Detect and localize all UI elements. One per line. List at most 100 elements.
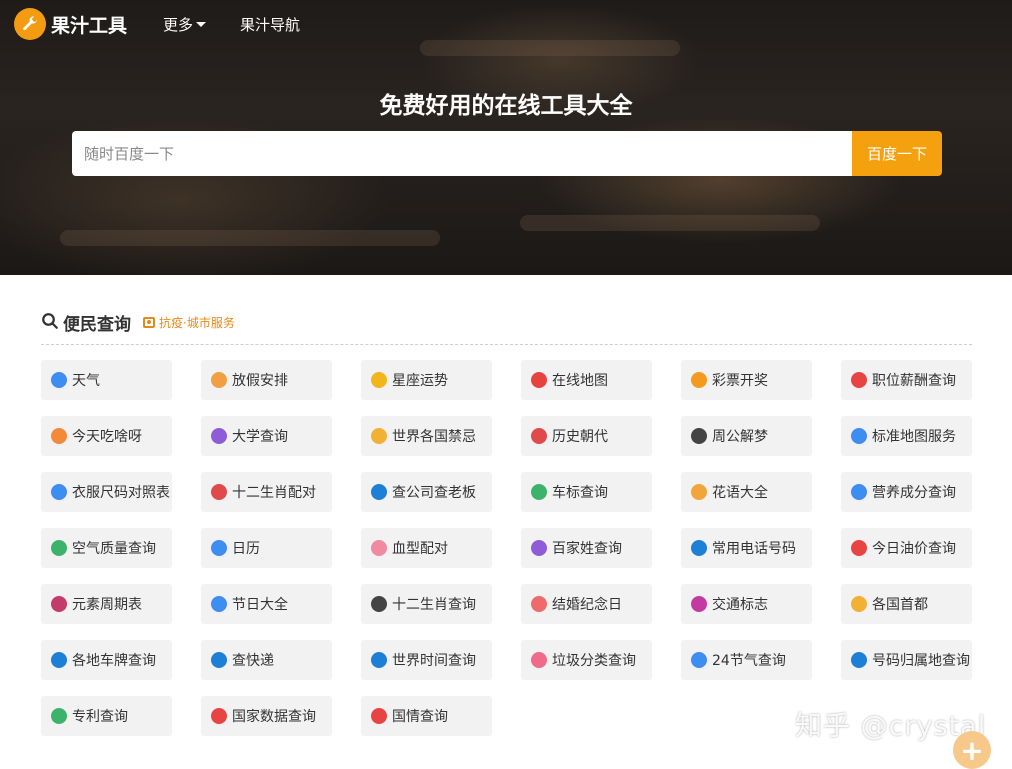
molecule-icon [51, 596, 67, 612]
yen-icon [851, 372, 867, 388]
nav-more[interactable]: 更多 [163, 14, 207, 35]
tool-item-label: 十二生肖查询 [392, 597, 476, 613]
dream-icon [691, 428, 707, 444]
food-icon [51, 428, 67, 444]
company-icon [371, 484, 387, 500]
tool-item-label: 国家数据查询 [232, 709, 316, 725]
site-logo[interactable]: 果汁工具 [14, 8, 127, 40]
tool-item[interactable]: 结婚纪念日 [521, 584, 652, 624]
search-input[interactable] [72, 131, 852, 176]
tool-item[interactable]: 各国首都 [841, 584, 972, 624]
tool-item[interactable]: 车标查询 [521, 472, 652, 512]
nav-guide[interactable]: 果汁导航 [240, 14, 300, 35]
car-badge-icon [531, 484, 547, 500]
phone-icon [691, 540, 707, 556]
tool-item[interactable]: 世界各国禁忌 [361, 416, 492, 456]
tool-item[interactable]: 血型配对 [361, 528, 492, 568]
tool-item-label: 各国首都 [872, 597, 928, 613]
tool-item-label: 血型配对 [392, 541, 448, 557]
tool-item[interactable]: 查快递 [201, 640, 332, 680]
tool-item[interactable]: 天气 [41, 360, 172, 400]
tool-item-label: 专利查询 [72, 709, 128, 725]
search-button[interactable]: 百度一下 [852, 131, 942, 176]
tool-item[interactable]: 国情查询 [361, 696, 492, 736]
tool-item-label: 衣服尺码对照表 [72, 485, 170, 501]
tool-item[interactable]: 标准地图服务 [841, 416, 972, 456]
tool-item-label: 今日油价查询 [872, 541, 956, 557]
tool-item-label: 空气质量查询 [72, 541, 156, 557]
tool-item[interactable]: 星座运势 [361, 360, 492, 400]
tool-item[interactable]: 常用电话号码 [681, 528, 812, 568]
tool-item[interactable]: 号码归属地查询 [841, 640, 972, 680]
tool-item-label: 历史朝代 [552, 429, 608, 445]
tool-item-label: 查快递 [232, 653, 274, 669]
tool-item[interactable]: 国家数据查询 [201, 696, 332, 736]
hero-bg-stripe [420, 40, 680, 56]
tool-item-label: 垃圾分类查询 [552, 653, 636, 669]
wrench-icon [14, 8, 46, 40]
lottery-icon [691, 372, 707, 388]
tool-item[interactable]: 十二生肖配对 [201, 472, 332, 512]
history-icon [531, 428, 547, 444]
tool-item[interactable]: 专利查询 [41, 696, 172, 736]
trash-bin-icon [531, 652, 547, 668]
tool-item-label: 彩票开奖 [712, 373, 768, 389]
tool-item-label: 营养成分查询 [872, 485, 956, 501]
tool-item-label: 周公解梦 [712, 429, 768, 445]
tool-item-label: 结婚纪念日 [552, 597, 622, 613]
section-tag-label: 抗疫·城市服务 [159, 316, 235, 330]
blood-drop-icon [371, 540, 387, 556]
tool-item[interactable]: 交通标志 [681, 584, 812, 624]
tool-item-label: 花语大全 [712, 485, 768, 501]
tool-item[interactable]: 查公司查老板 [361, 472, 492, 512]
tool-item[interactable]: 彩票开奖 [681, 360, 812, 400]
tool-item[interactable]: 营养成分查询 [841, 472, 972, 512]
tool-item[interactable]: 放假安排 [201, 360, 332, 400]
tool-item[interactable]: 24节气查询 [681, 640, 812, 680]
tool-item-label: 车标查询 [552, 485, 608, 501]
tool-item[interactable]: 世界时间查询 [361, 640, 492, 680]
calendar-note-icon [211, 372, 227, 388]
nav-more-label: 更多 [163, 16, 194, 34]
add-button[interactable]: + [953, 731, 991, 769]
tool-item-label: 放假安排 [232, 373, 288, 389]
tool-item[interactable]: 职位薪酬查询 [841, 360, 972, 400]
section-tag-link[interactable]: 抗疫·城市服务 [143, 314, 235, 331]
tool-item[interactable]: 节日大全 [201, 584, 332, 624]
section-title: 便民查询 [63, 315, 131, 335]
rooster-icon [211, 484, 227, 500]
tool-item[interactable]: 历史朝代 [521, 416, 652, 456]
tool-item[interactable]: 百家姓查询 [521, 528, 652, 568]
tool-item[interactable]: 大学查询 [201, 416, 332, 456]
delivery-truck-icon [211, 652, 227, 668]
tool-item-label: 大学查询 [232, 429, 288, 445]
tool-item[interactable]: 空气质量查询 [41, 528, 172, 568]
tool-item[interactable]: 今天吃啥呀 [41, 416, 172, 456]
tool-item[interactable]: 周公解梦 [681, 416, 812, 456]
tool-item-label: 节日大全 [232, 597, 288, 613]
hero-banner: 果汁工具 更多 果汁导航 免费好用的在线工具大全 百度一下 [0, 0, 1012, 275]
china-flag-icon [211, 708, 227, 724]
section-header: 便民查询 抗疫·城市服务 [41, 310, 235, 335]
tool-item-label: 交通标志 [712, 597, 768, 613]
tool-item[interactable]: 垃圾分类查询 [521, 640, 652, 680]
tool-item[interactable]: 衣服尺码对照表 [41, 472, 172, 512]
tool-item-label: 职位薪酬查询 [872, 373, 956, 389]
map-pin-icon [531, 372, 547, 388]
tool-item[interactable]: 各地车牌查询 [41, 640, 172, 680]
car-icon [51, 652, 67, 668]
tool-item[interactable]: 在线地图 [521, 360, 652, 400]
patent-icon [51, 708, 67, 724]
tool-item[interactable]: 日历 [201, 528, 332, 568]
tool-item[interactable]: 花语大全 [681, 472, 812, 512]
tool-item[interactable]: 元素周期表 [41, 584, 172, 624]
star-icon [371, 372, 387, 388]
graduation-cap-icon [211, 428, 227, 444]
tool-item-label: 国情查询 [392, 709, 448, 725]
calendar-icon [211, 540, 227, 556]
tool-item[interactable]: 十二生肖查询 [361, 584, 492, 624]
tool-item[interactable]: 今日油价查询 [841, 528, 972, 568]
globe-icon [851, 428, 867, 444]
tool-item-label: 天气 [72, 373, 100, 389]
surname-icon [531, 540, 547, 556]
